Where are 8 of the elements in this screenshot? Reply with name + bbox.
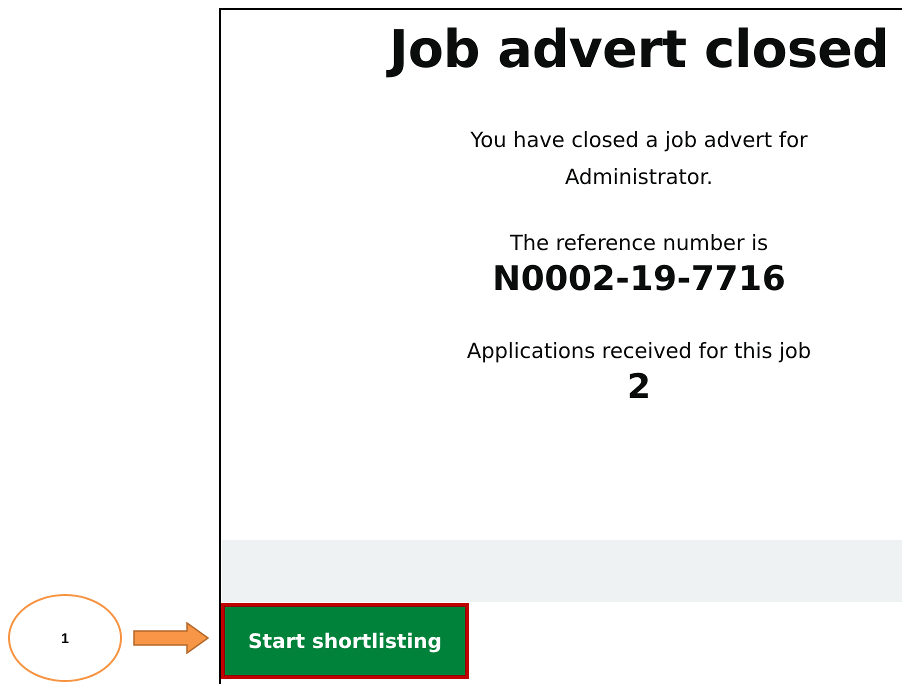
applications-count: 2 <box>627 366 651 408</box>
confirmation-message: You have closed a job advert for Administrator. <box>469 127 809 191</box>
step-number: 1 <box>8 594 122 682</box>
arrow-icon <box>133 622 209 654</box>
reference-number: N0002-19-7716 <box>492 258 786 300</box>
reference-label: The reference number is <box>510 230 768 257</box>
applications-label: Applications received for this job <box>466 338 812 365</box>
start-shortlisting-button[interactable]: Start shortlisting <box>221 603 469 679</box>
